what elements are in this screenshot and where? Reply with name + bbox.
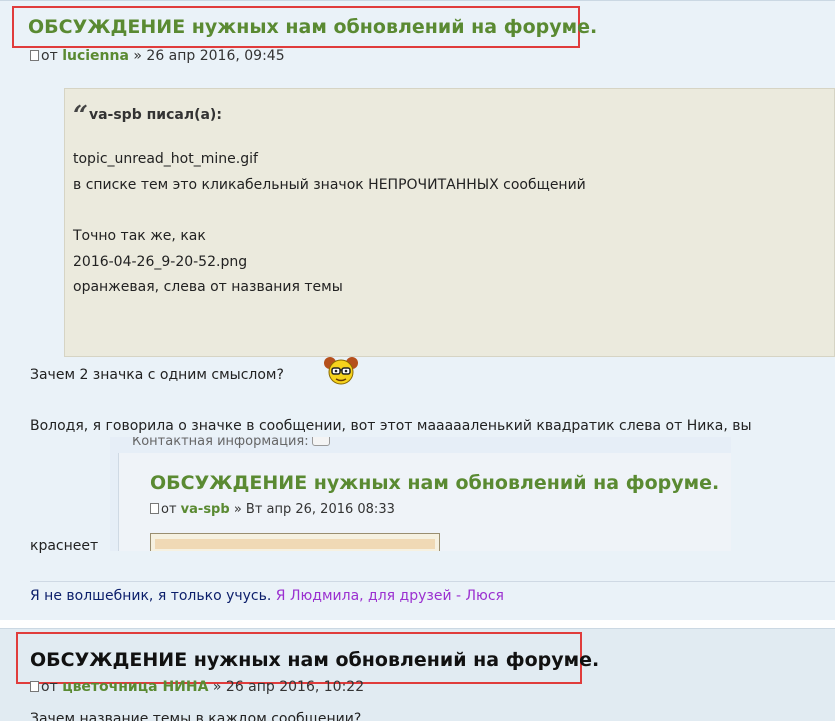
post-title-link[interactable]: ОБСУЖДЕНИЕ нужных нам обновлений на фору… [28,16,597,38]
post-doc-icon[interactable] [30,681,39,692]
meta-prefix: от [41,48,58,64]
post-body-line: Зачем 2 значка с одним смыслом? [30,367,284,383]
quote-line: оранжевая, слева от названия темы [73,279,343,295]
post-body-line: краснеет [30,538,99,554]
post-doc-icon[interactable] [30,50,39,61]
quote-line: Точно так же, как [73,228,206,244]
quote-author: va-spb писал(а): [88,107,222,123]
post-date: » 26 апр 2016, 09:45 [133,48,285,64]
smiley-nerd-icon [324,357,358,385]
signature-divider [30,581,835,582]
quote-block: “va-spb писал(а): topic_unread_hot_mine.… [64,88,835,357]
quote-line: 2016-04-26_9-20-52.png [73,254,248,270]
embed-doc-icon [150,503,159,514]
embed-meta: от va-spb » Вт апр 26, 2016 08:33 [150,502,395,517]
post-meta: от lucienna » 26 апр 2016, 09:45 [30,48,285,64]
signature-name: Я Людмила, для друзей - Люся [275,588,504,604]
speech-bubble-icon [311,437,330,446]
embed-thumbnail [150,533,440,551]
author-link[interactable]: цветочница НИНА [62,679,208,695]
meta-prefix: от [41,679,58,695]
quote-mark-icon: “ [73,101,88,131]
embed-contact-label: Контактная информация: [132,437,330,449]
post-1: ОБСУЖДЕНИЕ нужных нам обновлений на фору… [0,0,835,620]
signature-text: Я не волшебник, я только учусь. [30,588,272,604]
post-body-line: Володя, я говорила о значке в сообщении,… [30,418,752,434]
post-title-link[interactable]: ОБСУЖДЕНИЕ нужных нам обновлений на фору… [30,649,599,671]
post-meta: от цветочница НИНА » 26 апр 2016, 10:22 [30,679,364,695]
embed-title: ОБСУЖДЕНИЕ нужных нам обновлений на фору… [150,472,720,494]
quote-header: “va-spb писал(а): [73,101,222,131]
post-body-line: Зачем название темы в каждом сообщении? [30,711,362,721]
post-separator [0,620,835,628]
post-date: » 26 апр 2016, 10:22 [212,679,365,695]
post-2: ОБСУЖДЕНИЕ нужных нам обновлений на фору… [0,628,835,721]
signature: Я не волшебник, я только учусь. Я Людмил… [30,588,504,604]
author-link[interactable]: lucienna [62,48,129,64]
quote-line: в списке тем это кликабельный значок НЕП… [73,177,586,193]
quote-line: topic_unread_hot_mine.gif [73,151,258,167]
embedded-screenshot: Контактная информация: ОБСУЖДЕНИЕ нужных… [110,437,731,551]
